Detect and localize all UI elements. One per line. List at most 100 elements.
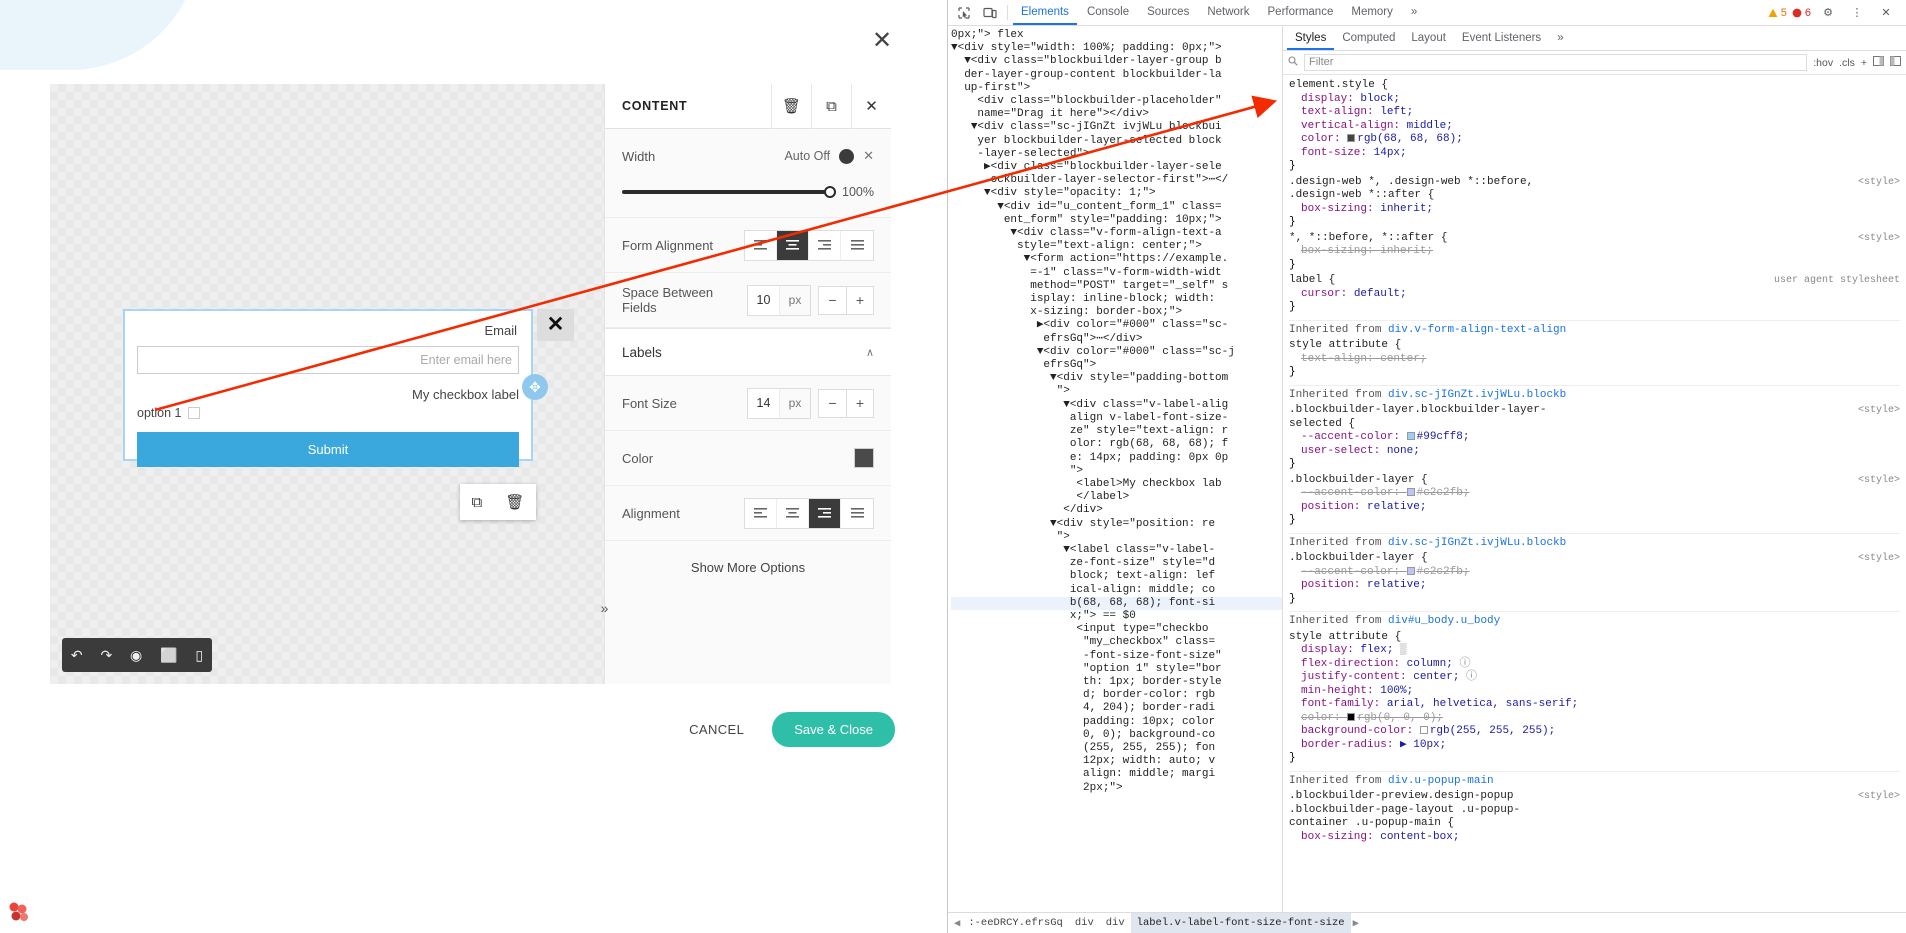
style-declaration[interactable]: box-sizing: inherit; [1289,203,1900,217]
style-declaration[interactable]: display: flex; ▒ [1289,644,1900,658]
styles-tab-event-listeners[interactable]: Event Listeners [1454,26,1549,50]
labels-section-header[interactable]: Labels ∧ [605,328,891,376]
style-declaration[interactable]: flex-direction: column; ⓘ [1289,658,1900,672]
style-declaration[interactable]: --accent-color: #99cff8; [1289,431,1900,445]
rule-selector[interactable]: <style> .design-web *, .design-web *::bef… [1289,176,1900,190]
space-decrement-button[interactable]: − [818,285,846,315]
checkbox-option-row[interactable]: option 1 [137,406,519,420]
style-rule[interactable]: style attribute {display: flex; ▒ flex-di… [1289,631,1900,766]
style-declaration[interactable]: user-select: none; [1289,445,1900,459]
color-swatch-icon[interactable] [1406,432,1415,440]
dom-line[interactable]: isplay: inline-block; width: [951,293,1282,306]
style-declaration[interactable]: --accent-color: #c2c2fb; [1289,487,1900,501]
dom-line[interactable]: <input type="checkbo [951,623,1282,636]
dom-line[interactable]: =-1" class="v-form-width-widt [951,267,1282,280]
rule-selector[interactable]: <style> .blockbuilder-layer.blockbuilder-… [1289,404,1900,418]
cancel-button[interactable]: CANCEL [683,721,750,738]
dom-line[interactable]: 0px;"> flex [951,29,1282,42]
dom-line[interactable]: block; text-align: lef [951,570,1282,583]
close-devtools-icon[interactable]: ✕ [1874,1,1898,25]
breadcrumb-item[interactable]: label.v-label-font-size-font-size [1130,913,1351,933]
color-swatch-icon[interactable] [1406,566,1415,575]
dom-line[interactable]: x;"> == $0 [951,610,1282,623]
dom-line[interactable]: ▼<div style="position: re [951,518,1282,531]
hov-button[interactable]: :hov [1813,57,1833,69]
space-value[interactable]: 10 [748,286,779,315]
tabs-overflow-icon[interactable]: » [1403,0,1425,25]
dom-line[interactable]: 0, 0); background-co [951,729,1282,742]
style-declaration[interactable]: background-color: rgb(255, 255, 255); [1289,725,1900,739]
dom-line[interactable]: align v-label-font-size- [951,412,1282,425]
style-declaration[interactable]: position: relative; [1289,579,1900,593]
dom-line[interactable]: b(68, 68, 68); font-si [951,596,1282,610]
error-count[interactable]: 6 [1792,7,1811,19]
dom-line[interactable]: ▼<div class="v-form-align-text-a [951,227,1282,240]
style-rule[interactable]: <style> .blockbuilder-layer.blockbuilder-… [1289,404,1900,472]
redo-icon[interactable]: ↷ [100,647,112,664]
tab-elements[interactable]: Elements [1013,0,1077,25]
dom-breadcrumb[interactable]: ◀:-eeDRCY.efrsGq div div label.v-label-font… [948,912,1906,933]
dom-line[interactable]: padding: 10px; color [951,716,1282,729]
dom-line[interactable]: </label> [951,491,1282,504]
rule-selector[interactable]: style attribute { [1289,631,1900,645]
dom-line[interactable]: der-layer-group-content blockbuilder-la [951,69,1282,82]
style-declaration[interactable]: font-size: 14px; [1289,147,1900,161]
dom-line[interactable]: e: 14px; padding: 0px 0p [951,452,1282,465]
font-size-decrement-button[interactable]: − [818,388,846,418]
style-declaration[interactable]: font-family: arial, helvetica, sans-seri… [1289,698,1900,712]
style-rule[interactable]: <style> .blockbuilder-preview.design-popu… [1289,790,1900,844]
style-declaration[interactable]: cursor: default; [1289,288,1900,302]
rule-selector[interactable]: <style> .blockbuilder-preview.design-popu… [1289,790,1900,804]
dom-line[interactable]: "my_checkbox" class= [951,636,1282,649]
rule-selector[interactable]: element.style { [1289,79,1900,93]
warning-count[interactable]: 5 [1768,7,1787,19]
style-rule[interactable]: style attribute {text-align: center;} [1289,339,1900,380]
breadcrumb-scroll-icon[interactable]: ◀ [952,917,962,930]
save-and-close-button[interactable]: Save & Close [772,711,895,747]
email-input[interactable]: Enter email here [137,346,519,374]
block-remove-icon[interactable]: ✕ [537,309,574,341]
expand-panel-icon[interactable]: » [596,600,613,617]
preview-icon[interactable]: ◉ [130,647,142,664]
breadcrumb-scroll-icon[interactable]: ▶ [1351,917,1361,930]
style-declaration[interactable]: border-radius: ▶ 10px; [1289,739,1900,753]
font-size-increment-button[interactable]: + [846,388,874,418]
dom-line[interactable]: efrsGq">⋯</div> [951,333,1282,346]
breadcrumb-item[interactable]: :-eeDRCY.efrsGq [962,913,1069,933]
dom-line[interactable]: <label>My checkbox lab [951,478,1282,491]
styles-tab-layout[interactable]: Layout [1403,26,1454,50]
email-canvas[interactable]: Email Enter email here My checkbox label… [50,84,604,684]
align-justify-button[interactable] [841,231,873,260]
dom-line[interactable]: th: 1px; border-style [951,676,1282,689]
style-declaration[interactable]: text-align: left; [1289,106,1900,120]
dom-line[interactable]: x-sizing: border-box;"> [951,306,1282,319]
dom-line[interactable]: ▼<form action="https://example. [951,253,1282,266]
rule-origin[interactable]: user agent stylesheet [1774,274,1900,288]
style-declaration[interactable]: vertical-align: middle; [1289,120,1900,134]
submit-button[interactable]: Submit [137,432,519,467]
rule-origin[interactable]: <style> [1858,474,1900,488]
dom-line[interactable]: up-first"> [951,82,1282,95]
new-rule-button[interactable]: + [1861,57,1867,69]
dom-line[interactable]: "option 1" style="bor [951,663,1282,676]
style-rule[interactable]: <style> .design-web *, .design-web *::bef… [1289,176,1900,230]
tab-sources[interactable]: Sources [1139,0,1197,25]
duplicate-icon[interactable]: ⧉ [472,494,483,511]
width-clear-icon[interactable]: ✕ [863,148,874,164]
tab-console[interactable]: Console [1079,0,1137,25]
dom-line[interactable]: olor: rgb(68, 68, 68); f [951,438,1282,451]
style-rule[interactable]: element.style {display: block; text-align… [1289,79,1900,174]
font-size-value[interactable]: 14 [748,389,779,418]
toggle-sidebar-icon[interactable] [1890,56,1901,69]
filter-input[interactable]: Filter [1304,54,1808,71]
rule-origin[interactable]: <style> [1858,232,1900,246]
dom-line[interactable]: name="Drag it here"></div> [951,108,1282,121]
dom-line[interactable]: </div> [951,504,1282,517]
dom-line[interactable]: ▼<div class="sc-jIGnZt ivjWLu blockbui [951,121,1282,134]
align-left-button[interactable] [745,230,777,260]
color-swatch-icon[interactable] [1347,712,1356,721]
style-declaration[interactable]: text-align: center; [1289,353,1900,367]
label-align-center-button[interactable] [777,498,809,528]
dom-line[interactable]: ▼<div style="opacity: 1;"> [951,187,1282,200]
styles-rules-list[interactable]: element.style {display: block; text-align… [1283,75,1906,931]
